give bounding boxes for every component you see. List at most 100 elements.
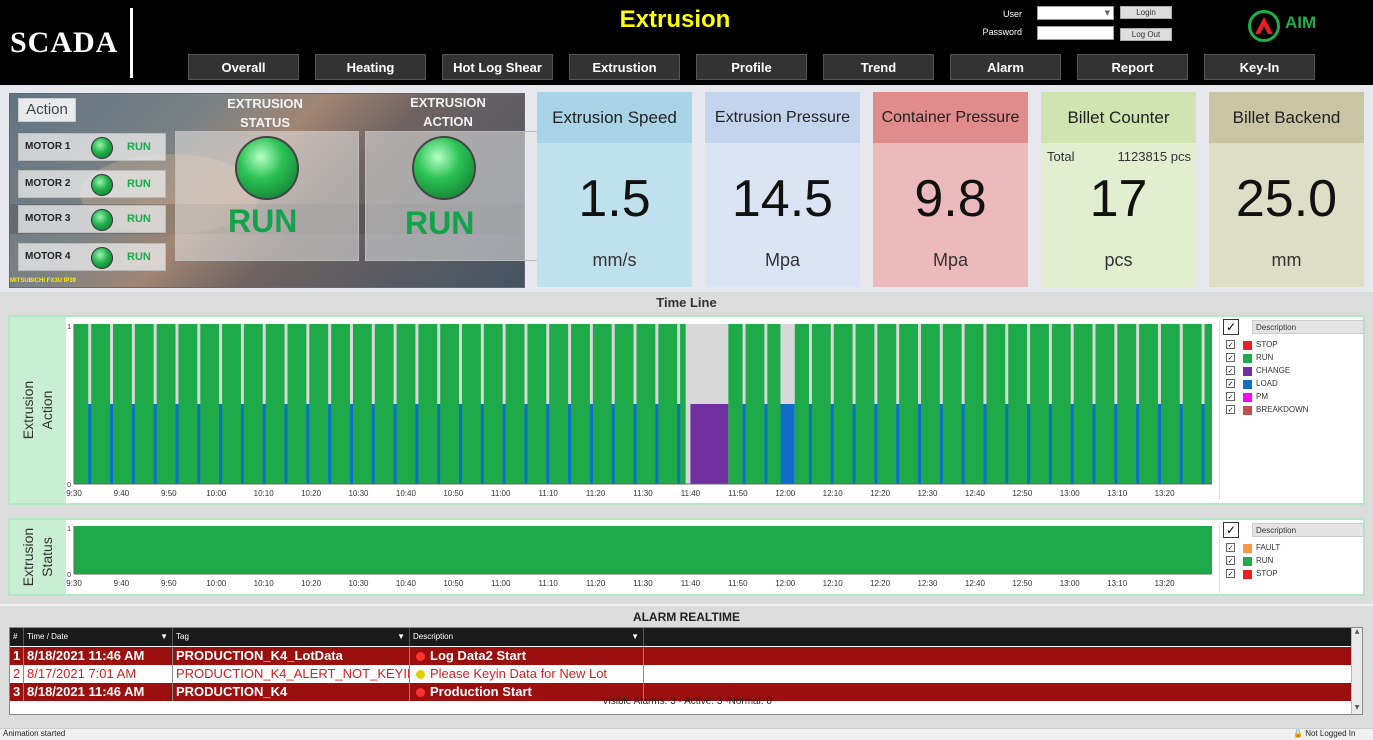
legend-checkbox[interactable]: ✓ (1226, 366, 1235, 375)
legend-item[interactable]: ✓ LOAD (1226, 378, 1356, 390)
segment-gap (961, 324, 965, 404)
legend-checkbox[interactable]: ✓ (1226, 340, 1235, 349)
motor-status-led-icon (91, 137, 113, 159)
metric-value: 17 (1089, 170, 1148, 228)
segment-load (328, 404, 332, 484)
alarm-indicator-icon (416, 670, 425, 680)
legend-item[interactable]: ✓ PM (1226, 391, 1356, 403)
alarm-tag: PRODUCTION_K4_ALERT_NOT_KEYIN (173, 665, 410, 683)
segment-gap (240, 324, 244, 404)
motor-label: MOTOR 2 (25, 178, 71, 189)
motor-status: RUN (127, 141, 151, 153)
alarm-time-text: 8/17/2021 7:01 AM (27, 666, 137, 681)
segment-gap (306, 324, 310, 404)
x-tick-label: 11:10 (538, 489, 558, 498)
alarm-summary: Visible Alarms: 3 - Active: 3 -Normal: 0 (602, 696, 772, 707)
user-input[interactable]: ▼ (1037, 6, 1114, 20)
filter-icon[interactable]: ▼ (631, 628, 639, 646)
nav-heating[interactable]: Heating (315, 54, 426, 80)
legend-checkbox[interactable]: ✓ (1226, 353, 1235, 362)
legend-checkbox[interactable]: ✓ (1226, 543, 1235, 552)
metric-title: Extrusion Pressure (705, 92, 860, 143)
nav-overall[interactable]: Overall (188, 54, 299, 80)
filter-icon[interactable]: ▼ (397, 628, 405, 646)
extrusion-status-title-line2: STATUS (239, 115, 291, 130)
legend-item[interactable]: ✓ STOP (1226, 568, 1356, 580)
segment-run (74, 324, 686, 484)
segment-run (794, 324, 1212, 484)
alarm-tag-text: PRODUCTION_K4_LotData (176, 648, 343, 663)
segment-load (1070, 404, 1074, 484)
segment-gap (1157, 324, 1161, 404)
password-label: Password (982, 27, 1022, 37)
page-title: Extrusion (619, 6, 731, 33)
x-tick-label: 11:50 (728, 579, 748, 588)
nav-report[interactable]: Report (1077, 54, 1188, 80)
nav-alarm[interactable]: Alarm (950, 54, 1061, 80)
segment-load (1179, 404, 1183, 484)
segment-load (852, 404, 856, 484)
legend-checkbox[interactable]: ✓ (1226, 405, 1235, 414)
metric-billet-backend: Billet Backend 25.0 mm (1209, 92, 1364, 287)
motor-label: MOTOR 1 (25, 141, 71, 152)
legend-checkbox[interactable]: ✓ (1226, 569, 1235, 578)
legend-item[interactable]: ✓ CHANGE (1226, 365, 1356, 377)
nav-profile[interactable]: Profile (696, 54, 807, 80)
login-button[interactable]: Login (1120, 6, 1172, 19)
legend-swatch (1243, 354, 1252, 363)
nav-hot-log-shear[interactable]: Hot Log Shear (442, 54, 553, 80)
segment-gap (852, 324, 856, 404)
segment-load (437, 404, 441, 484)
segment-load (1048, 404, 1052, 484)
nav-key-in[interactable]: Key-In (1204, 54, 1315, 80)
legend-item[interactable]: ✓ RUN (1226, 555, 1356, 567)
motor-status: RUN (127, 251, 151, 263)
nav-extrustion[interactable]: Extrustion (569, 54, 680, 80)
chevron-down-icon[interactable]: ▼ (1105, 7, 1110, 20)
metric-title: Extrusion Speed (537, 92, 692, 143)
password-input[interactable] (1037, 26, 1114, 40)
alarm-row[interactable]: 1 8/18/2021 11:46 AM PRODUCTION_K4_LotData… (10, 647, 1352, 665)
alarm-number-text: 2 (13, 666, 21, 681)
x-tick-label: 9:30 (66, 489, 82, 498)
extrusion-status-chart: 0 1 9:30 9:40 9:50 10:00 10:10 10:20 10:30 10:40 1… (66, 526, 1212, 588)
legend-item[interactable]: ✓ BREAKDOWN (1226, 404, 1356, 416)
x-tick-label: 13:10 (1107, 489, 1128, 498)
segment-load (874, 404, 878, 484)
legend-item[interactable]: ✓ RUN (1226, 352, 1356, 364)
x-tick-label: 11:10 (538, 579, 558, 588)
action-label: Action (18, 98, 76, 122)
col-number[interactable]: # (10, 628, 24, 646)
metric-value: 14.5 (731, 170, 834, 228)
x-tick-label: 11:30 (633, 579, 653, 588)
col-tag[interactable]: Tag ▼ (173, 628, 410, 646)
legend-select-all-checkbox[interactable]: ✓ (1223, 522, 1239, 538)
x-tick-label: 11:40 (681, 489, 701, 498)
filter-icon[interactable]: ▼ (160, 628, 168, 646)
segment-load (524, 404, 528, 484)
scroll-up-icon[interactable]: ▲ (1352, 628, 1362, 638)
legend-label: CHANGE (1256, 366, 1291, 375)
col-time-date[interactable]: Time / Date ▼ (24, 628, 173, 646)
col-description[interactable]: Description ▼ (410, 628, 644, 646)
nav-trend[interactable]: Trend (823, 54, 934, 80)
segment-load (1027, 404, 1031, 484)
segment-load (742, 404, 746, 484)
x-tick-label: 9:40 (114, 489, 130, 498)
logout-button[interactable]: Log Out (1120, 28, 1172, 41)
segment-gap (589, 324, 593, 404)
extrusion-status-value: RUN (228, 203, 298, 239)
x-tick-label: 13:20 (1155, 489, 1176, 498)
legend-checkbox[interactable]: ✓ (1226, 392, 1235, 401)
legend-item[interactable]: ✓ FAULT (1226, 542, 1356, 554)
segment-load (1157, 404, 1161, 484)
segment-load (284, 404, 288, 484)
metric-value: 1.5 (578, 170, 651, 228)
legend-checkbox[interactable]: ✓ (1226, 556, 1235, 565)
legend-select-all-checkbox[interactable]: ✓ (1223, 319, 1239, 335)
legend-item[interactable]: ✓ STOP (1226, 339, 1356, 351)
alarm-row[interactable]: 2 8/17/2021 7:01 AM PRODUCTION_K4_ALERT_NO… (10, 665, 1352, 683)
segment-gap (568, 324, 572, 404)
legend-checkbox[interactable]: ✓ (1226, 379, 1235, 388)
motor-label: MOTOR 3 (25, 213, 71, 224)
